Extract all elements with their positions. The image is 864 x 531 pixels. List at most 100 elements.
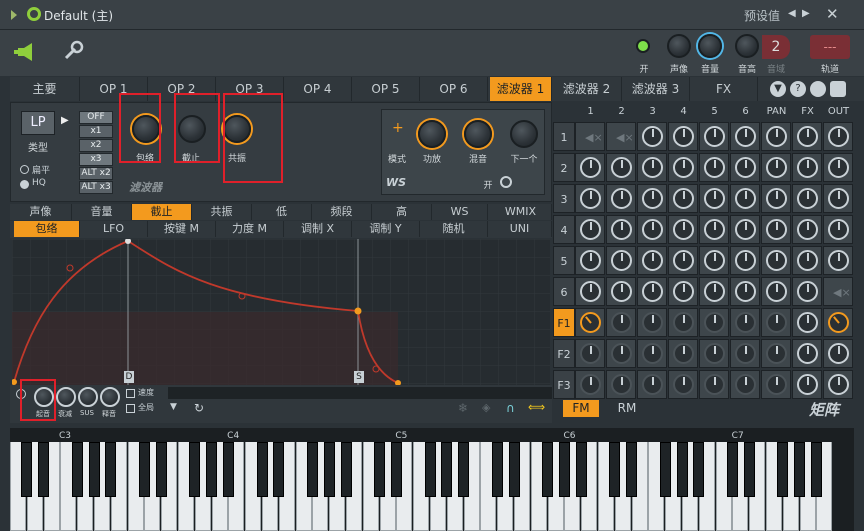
matrix-cell[interactable] (792, 153, 822, 182)
black-key[interactable] (458, 442, 470, 497)
black-key[interactable] (743, 442, 755, 497)
black-key[interactable] (693, 442, 705, 497)
matrix-cell[interactable] (637, 308, 667, 337)
matrix-knob[interactable] (704, 250, 725, 271)
matrix-cell[interactable] (699, 277, 729, 306)
black-key[interactable] (441, 442, 453, 497)
menu-arrow-icon[interactable]: ▼ (170, 402, 177, 412)
row-label-2[interactable]: 2 (553, 153, 575, 182)
matrix-knob[interactable] (611, 374, 632, 395)
matrix-cell[interactable] (606, 246, 636, 275)
matrix-cell[interactable]: ◀× (606, 122, 636, 151)
matrix-knob[interactable] (828, 126, 849, 147)
tab-filter3[interactable]: 滤波器 3 (622, 77, 690, 101)
matrix-knob[interactable] (766, 250, 787, 271)
matrix-knob[interactable] (766, 157, 787, 178)
release-knob[interactable] (100, 387, 120, 407)
wrench-icon[interactable] (62, 40, 84, 62)
matrix-cell[interactable] (575, 308, 605, 337)
matrix-cell[interactable] (823, 215, 853, 244)
sustain-marker[interactable]: S (354, 371, 364, 383)
speed-checkbox[interactable] (126, 389, 135, 398)
matrix-knob[interactable] (673, 219, 694, 240)
black-key[interactable] (306, 442, 318, 497)
matrix-knob[interactable] (642, 250, 663, 271)
black-key[interactable] (390, 442, 402, 497)
mode-x1-button[interactable]: x1 (79, 125, 113, 138)
matrix-cell[interactable] (699, 153, 729, 182)
black-key[interactable] (88, 442, 100, 497)
matrix-knob[interactable] (797, 374, 818, 395)
row-label-1[interactable]: 1 (553, 122, 575, 151)
matrix-knob[interactable] (611, 343, 632, 364)
matrix-knob[interactable] (642, 188, 663, 209)
matrix-tab-rm[interactable]: RM (609, 400, 645, 417)
ws-switch[interactable] (500, 176, 512, 188)
matrix-cell[interactable] (792, 215, 822, 244)
matrix-knob[interactable] (766, 219, 787, 240)
matrix-cell[interactable] (606, 184, 636, 213)
black-key[interactable] (491, 442, 503, 497)
black-key[interactable] (256, 442, 268, 497)
ws-amp-knob[interactable] (418, 120, 446, 148)
matrix-knob[interactable] (766, 126, 787, 147)
matrix-cell[interactable] (637, 339, 667, 368)
matrix-knob[interactable] (704, 126, 725, 147)
matrix-cell[interactable]: ◀× (575, 122, 605, 151)
black-key[interactable] (38, 442, 50, 497)
matrix-cell[interactable] (637, 370, 667, 399)
black-key[interactable] (323, 442, 335, 497)
matrix-knob[interactable] (673, 374, 694, 395)
matrix-knob[interactable] (797, 219, 818, 240)
row-label-6[interactable]: 6 (553, 277, 575, 306)
stab-lfo[interactable]: LFO (80, 221, 148, 237)
matrix-knob[interactable] (797, 188, 818, 209)
matrix-knob[interactable] (735, 343, 756, 364)
matrix-cell[interactable] (575, 339, 605, 368)
matrix-cell[interactable] (606, 277, 636, 306)
etab-ws[interactable]: WS (432, 204, 488, 220)
matrix-cell[interactable] (606, 370, 636, 399)
matrix-knob[interactable] (704, 312, 725, 333)
matrix-cell[interactable] (823, 153, 853, 182)
etab-cutoff[interactable]: 截止 (132, 204, 192, 220)
prev-preset-icon[interactable]: ◀ (788, 8, 796, 19)
matrix-knob[interactable] (704, 281, 725, 302)
stab-envelope[interactable]: 包络 (14, 221, 80, 237)
matrix-knob[interactable] (642, 312, 663, 333)
row-label-3[interactable]: 3 (553, 184, 575, 213)
matrix-cell[interactable] (823, 370, 853, 399)
tab-op4[interactable]: OP 4 (284, 77, 352, 101)
matrix-cell[interactable] (668, 246, 698, 275)
matrix-cell[interactable] (606, 215, 636, 244)
tab-filter2[interactable]: 滤波器 2 (552, 77, 622, 101)
matrix-cell[interactable] (761, 184, 791, 213)
close-icon[interactable]: ✕ (826, 5, 839, 23)
matrix-cell[interactable] (823, 308, 853, 337)
matrix-knob[interactable] (766, 281, 787, 302)
row-label-4[interactable]: 4 (553, 215, 575, 244)
stab-random[interactable]: 随机 (420, 221, 488, 237)
etab-high[interactable]: 高 (372, 204, 432, 220)
matrix-knob[interactable] (704, 374, 725, 395)
mode-x2-button[interactable]: x2 (79, 139, 113, 152)
mode-altx3-button[interactable]: ALT x3 (79, 181, 113, 194)
matrix-knob[interactable] (611, 250, 632, 271)
matrix-cell[interactable] (823, 184, 853, 213)
matrix-knob[interactable] (704, 219, 725, 240)
plugin-icon[interactable] (14, 42, 40, 62)
matrix-knob[interactable] (673, 343, 694, 364)
matrix-cell[interactable] (730, 122, 760, 151)
filter-type-display[interactable]: LP (21, 111, 55, 135)
tab-op5[interactable]: OP 5 (352, 77, 420, 101)
black-key[interactable] (340, 442, 352, 497)
matrix-cell[interactable] (823, 122, 853, 151)
row-label-f1[interactable]: F1 (553, 308, 575, 337)
matrix-cell[interactable] (637, 184, 667, 213)
matrix-knob[interactable] (580, 157, 601, 178)
matrix-cell[interactable] (730, 153, 760, 182)
matrix-knob[interactable] (797, 343, 818, 364)
matrix-knob[interactable] (580, 219, 601, 240)
track-display[interactable]: --- (810, 35, 850, 59)
black-key[interactable] (810, 442, 822, 497)
